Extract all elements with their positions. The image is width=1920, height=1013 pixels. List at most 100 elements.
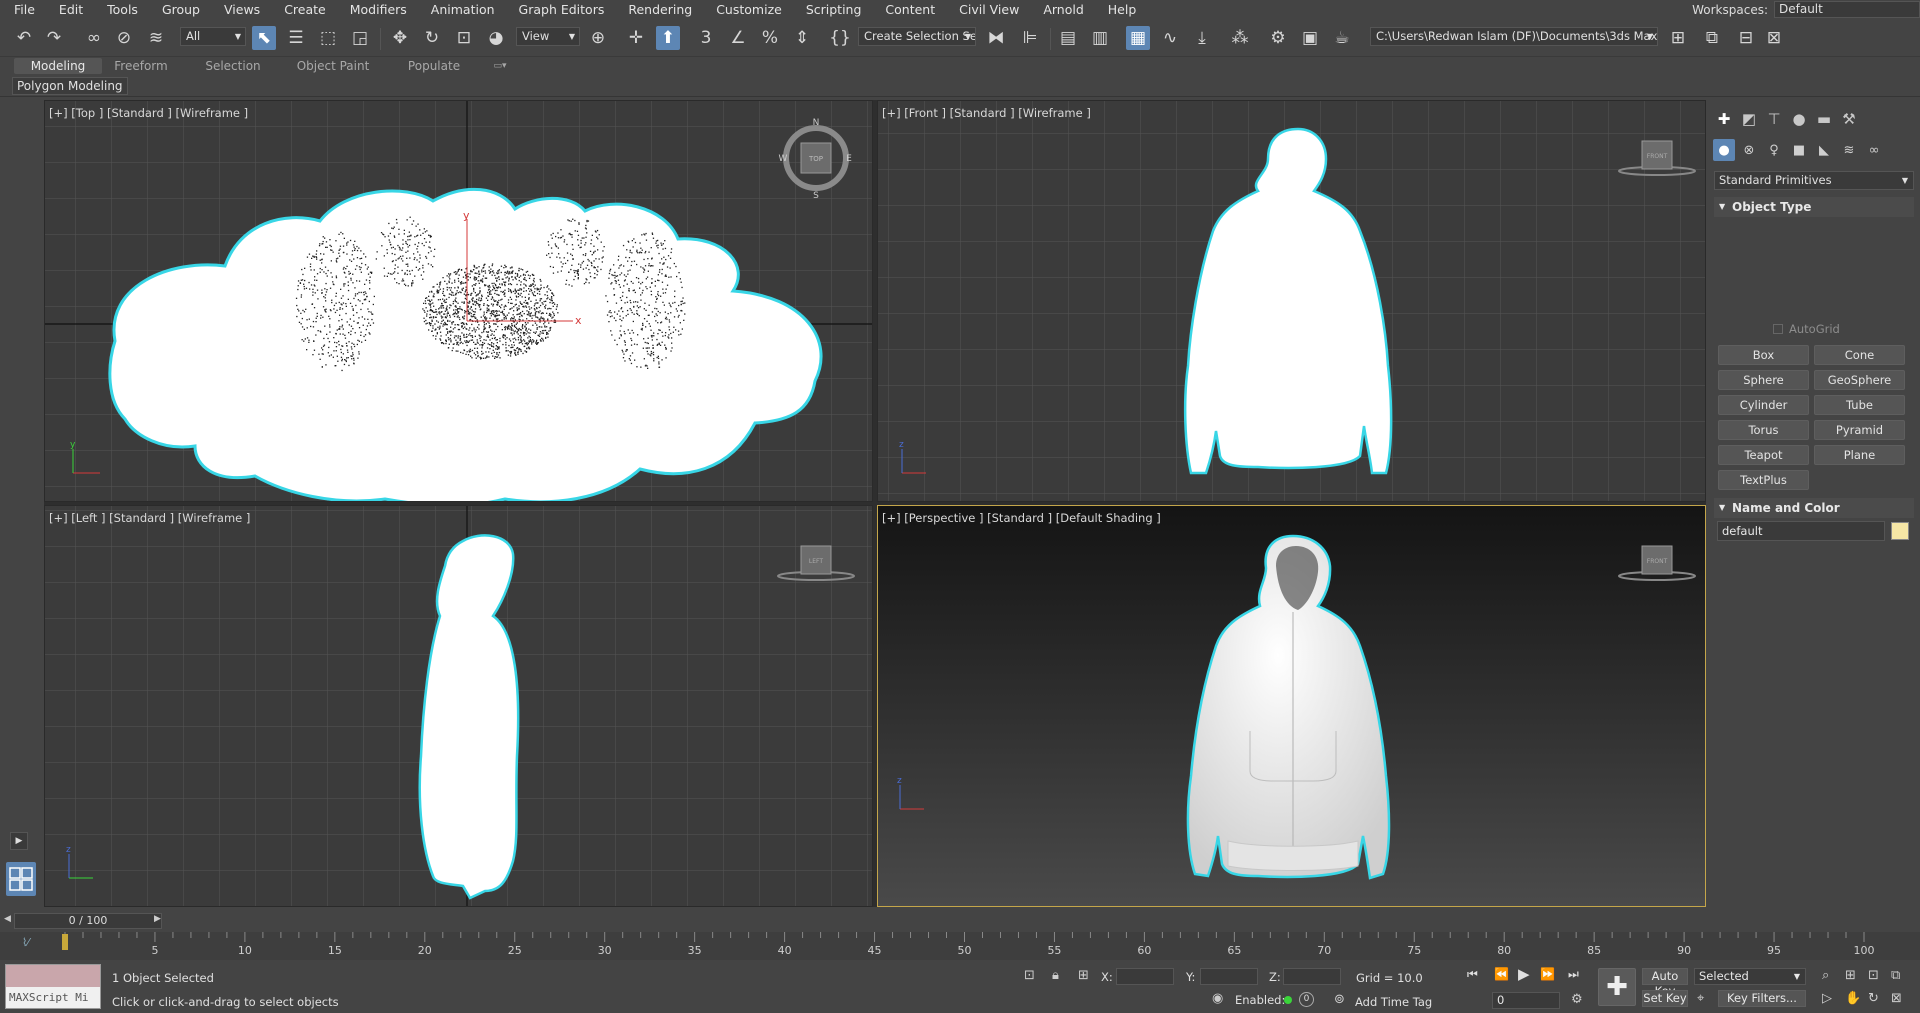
set-key-button[interactable]: Set Key [1642,990,1688,1007]
snaps-toggle-icon[interactable]: 3 [694,26,718,50]
plane-button[interactable]: Plane [1814,445,1905,465]
autogrid-checkbox[interactable]: AutoGrid [1773,322,1840,336]
lights-category-icon[interactable]: ♀ [1763,139,1785,161]
undo-icon[interactable]: ↶ [12,26,36,50]
auto-key-button[interactable]: Auto Key [1642,968,1688,998]
zoom-all-icon[interactable]: ⊞ [1845,968,1856,983]
project-new-icon[interactable]: ⊞ [1666,26,1690,50]
menu-arnold[interactable]: Arnold [1031,0,1095,19]
material-editor-icon[interactable]: ⁂ [1228,26,1252,50]
viewport-layout-icon[interactable] [6,862,36,896]
adaptive-degradation-icon[interactable]: ◉ [1212,991,1223,1006]
isolate-selection-icon[interactable]: ⊡ [1024,968,1035,983]
percent-snap-icon[interactable]: % [758,26,782,50]
render-production-icon[interactable]: ☕ [1330,26,1354,50]
tab-modeling[interactable]: Modeling [14,58,102,74]
stats-counter-icon[interactable]: 0 [1299,992,1314,1007]
object-type-rollout[interactable]: ▼ Object Type [1714,197,1914,217]
systems-category-icon[interactable]: ∞ [1863,139,1885,161]
pivot-center-icon[interactable]: ⊕ [586,26,610,50]
select-move-icon[interactable]: ✥ [388,26,412,50]
project-save-icon[interactable]: ⊟ [1734,26,1758,50]
time-slider-handle[interactable]: 0 / 100 [14,913,162,929]
spinner-snap-icon[interactable]: ⇕ [790,26,814,50]
menu-create[interactable]: Create [272,0,338,19]
menu-scripting[interactable]: Scripting [794,0,874,19]
cameras-category-icon[interactable]: ■ [1788,139,1810,161]
shapes-category-icon[interactable]: ⊗ [1738,139,1760,161]
toggle-scene-explorer-icon[interactable]: ▤ [1056,26,1080,50]
key-mode-toggle-icon[interactable]: ⌖ [1697,991,1704,1006]
play-icon[interactable]: ▶ [1518,965,1530,983]
menu-rendering[interactable]: Rendering [616,0,704,19]
menu-file[interactable]: File [0,0,47,19]
x-coordinate-field[interactable] [1116,968,1174,985]
next-frame-play-icon[interactable]: ⏩ [1540,967,1555,981]
key-filters-button[interactable]: Key Filters... [1718,990,1806,1007]
ribbon-options-icon[interactable]: ▭▾ [488,58,512,74]
orbit-icon[interactable]: ↻ [1868,991,1879,1006]
prev-frame-icon[interactable]: ◀ [4,914,11,924]
menu-group[interactable]: Group [150,0,212,19]
add-time-tag[interactable]: Add Time Tag [1355,995,1432,1009]
viewport-front[interactable]: [+] [Front ] [Standard ] [Wireframe ] z … [877,100,1706,502]
helpers-category-icon[interactable]: ◣ [1813,139,1835,161]
select-manipulate-icon[interactable]: ✛ [624,26,648,50]
tab-selection[interactable]: Selection [200,58,266,74]
pan-view-icon[interactable]: ✋ [1845,991,1861,1006]
field-of-view-icon[interactable]: ▷ [1822,991,1832,1006]
key-mode-dropdown[interactable]: Selected ▼ [1694,968,1806,985]
display-tab-icon[interactable]: ▬ [1813,108,1835,130]
teapot-button[interactable]: Teapot [1718,445,1809,465]
tab-freeform[interactable]: Freeform [106,58,176,74]
link-icon[interactable]: ∞ [82,26,106,50]
menu-graph-editors[interactable]: Graph Editors [507,0,617,19]
geometry-category-icon[interactable]: ● [1713,139,1735,161]
hierarchy-tab-icon[interactable]: ⊤ [1763,108,1785,130]
select-object-icon[interactable]: ⬉ [252,26,276,50]
menu-animation[interactable]: Animation [419,0,507,19]
angle-snap-icon[interactable]: ∠ [726,26,750,50]
tab-populate[interactable]: Populate [404,58,464,74]
viewport-top-label[interactable]: [+] [Top ] [Standard ] [Wireframe ] [49,106,248,120]
go-to-start-icon[interactable]: ⏮ [1467,967,1478,982]
menu-tools[interactable]: Tools [95,0,150,19]
viewport-front-label[interactable]: [+] [Front ] [Standard ] [Wireframe ] [882,106,1091,120]
polygon-modeling-panel[interactable]: Polygon Modeling [12,77,128,95]
menu-civil-view[interactable]: Civil View [947,0,1031,19]
rectangle-selection-icon[interactable]: ⬚ [316,26,340,50]
set-keys-icon[interactable]: ✚ [1598,968,1636,1006]
zoom-icon[interactable]: ⌕ [1822,968,1829,983]
project-open-icon[interactable]: ⧉ [1700,26,1724,50]
mirror-icon[interactable]: ⧓ [984,26,1008,50]
viewport-left-label[interactable]: [+] [Left ] [Standard ] [Wireframe ] [49,511,250,525]
motion-tab-icon[interactable]: ● [1788,108,1810,130]
menu-customize[interactable]: Customize [704,0,794,19]
cone-button[interactable]: Cone [1814,345,1905,365]
primitive-category-dropdown[interactable]: Standard Primitives ▼ [1714,171,1914,190]
current-frame-field[interactable]: 0 [1492,992,1560,1009]
next-frame-icon[interactable]: ▶ [154,914,161,924]
toggle-layer-explorer-icon[interactable]: ▥ [1088,26,1112,50]
select-scale-icon[interactable]: ⊡ [452,26,476,50]
z-coordinate-field[interactable] [1283,968,1341,985]
maximize-viewport-icon[interactable]: ⊠ [1891,991,1902,1006]
maxscript-listener[interactable]: MAXScript Mi [5,964,101,1009]
maxscript-input[interactable]: MAXScript Mi [6,987,100,1008]
selection-filter-dropdown[interactable]: All ▼ [180,27,246,46]
zoom-extents-icon[interactable]: ⊡ [1868,968,1879,983]
viewport-perspective-label[interactable]: [+] [Perspective ] [Standard ] [Default … [882,511,1161,525]
create-tab-icon[interactable]: ✚ [1713,108,1735,130]
geosphere-button[interactable]: GeoSphere [1814,370,1905,390]
absolute-mode-icon[interactable]: ⊞ [1078,968,1089,983]
cylinder-button[interactable]: Cylinder [1718,395,1809,415]
modify-tab-icon[interactable]: ◩ [1738,108,1760,130]
project-settings-icon[interactable]: ⊠ [1762,26,1786,50]
keyboard-shortcut-override-icon[interactable]: ⬆ [656,26,680,50]
menu-edit[interactable]: Edit [47,0,95,19]
curve-editor-icon[interactable]: ∿ [1158,26,1182,50]
expand-layouts-icon[interactable]: ▶ [10,832,28,850]
name-and-color-rollout[interactable]: ▼ Name and Color [1714,498,1914,518]
edit-named-selection-icon[interactable]: {} [828,26,852,50]
go-to-end-icon[interactable]: ⏭ [1568,967,1579,982]
